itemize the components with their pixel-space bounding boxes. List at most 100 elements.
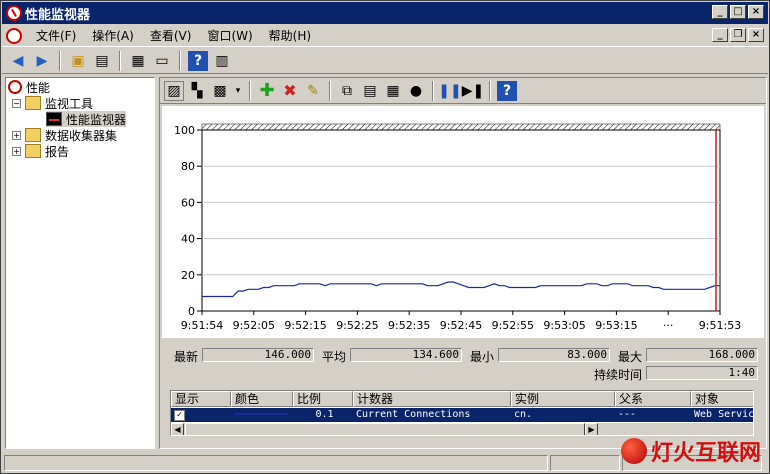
freeze-display-icon[interactable]: ❚❚	[438, 81, 461, 101]
watermark: 灯火互联网	[620, 435, 761, 467]
copy-properties-icon[interactable]: ⧉	[337, 81, 357, 101]
plot-frame	[201, 129, 721, 312]
mdi-restore-icon[interactable]: ❐	[730, 28, 746, 42]
up-folder-icon[interactable]: ▣	[68, 51, 88, 71]
help-icon[interactable]: ?	[497, 80, 517, 101]
view-current-activity-icon[interactable]: ▨	[164, 80, 184, 101]
toolbar-separator	[489, 80, 491, 101]
object-cell: Web Servic	[694, 409, 754, 420]
y-tick-label: 0	[188, 305, 195, 318]
tree-item-reports[interactable]: + 报告	[12, 143, 69, 159]
column-show[interactable]: 显示	[171, 391, 231, 407]
watermark-text: 灯火互联网	[650, 441, 761, 466]
duration-label: 持续时间	[594, 368, 643, 382]
mdi-close-icon[interactable]: ×	[748, 28, 764, 42]
change-graph-type-icon[interactable]: ▩	[210, 81, 230, 101]
properties-icon[interactable]: ▦	[383, 81, 403, 101]
scroll-left-icon[interactable]: ◀	[171, 423, 184, 435]
counter-cell: Current Connections	[356, 409, 471, 420]
zoom-icon[interactable]: ●	[406, 81, 426, 101]
tree-label: 性能监视器	[66, 112, 127, 127]
mdi-minimize-icon[interactable]: _	[712, 28, 728, 42]
help-icon[interactable]: ?	[188, 50, 208, 71]
collapse-icon[interactable]: −	[12, 98, 21, 108]
minimize-icon[interactable]: _	[712, 5, 728, 19]
performance-icon	[8, 80, 22, 94]
main-toolbar: ◀ ▶ ▣ ▤ ▦ ▭ ? ▥	[2, 48, 768, 74]
document-icon[interactable]	[6, 27, 22, 44]
delete-counter-icon[interactable]: ✖	[280, 81, 300, 101]
menu-bar: 文件(F) 操作(A) 查看(V) 窗口(W) 帮助(H) _ ❐ ×	[2, 25, 768, 47]
perfmon-app-icon	[6, 5, 22, 21]
watermark-logo-icon	[620, 438, 647, 464]
mdi-controls: _ ❐ ×	[712, 28, 764, 42]
highlight-icon[interactable]: ✎	[303, 81, 323, 101]
x-tick-label: 9:52:15	[284, 319, 326, 332]
monitor-icon	[46, 112, 62, 126]
column-instance[interactable]: 实例	[511, 391, 615, 407]
export-list-icon[interactable]: ▦	[128, 51, 148, 71]
report-folder-icon	[25, 144, 41, 158]
x-tick-label: 9:52:45	[440, 319, 482, 332]
x-tick-label: 9:51:54	[181, 319, 223, 332]
menu-action[interactable]: 操作(A)	[84, 27, 142, 44]
legend-row[interactable]: ✓ 0.1 Current Connections cn. --- Web Se…	[171, 408, 754, 422]
y-tick-label: 60	[181, 196, 195, 209]
paste-counter-list-icon[interactable]: ▤	[360, 81, 380, 101]
menu-view[interactable]: 查看(V)	[142, 27, 200, 44]
show-cell: ✓	[171, 408, 231, 422]
toolbar-separator	[329, 80, 331, 101]
x-tick-label: 9:52:55	[492, 319, 534, 332]
scroll-right-icon[interactable]: ▶	[585, 423, 598, 435]
view-log-data-icon[interactable]: ▚	[187, 81, 207, 101]
scroll-thumb[interactable]	[185, 423, 585, 435]
time-range-hatch	[201, 123, 721, 131]
menu-window[interactable]: 窗口(W)	[199, 27, 260, 44]
maximize-icon[interactable]: □	[730, 5, 746, 19]
close-icon[interactable]: ×	[748, 5, 764, 19]
show-hide-tree-icon[interactable]: ▤	[92, 51, 112, 71]
y-tick-label: 20	[181, 269, 195, 282]
instance-cell: cn.	[514, 409, 533, 420]
tree-label: 数据收集器集	[45, 128, 118, 143]
toolbar-separator	[59, 50, 61, 71]
status-pane-main	[4, 455, 548, 471]
add-counter-icon[interactable]: ✚	[257, 80, 277, 101]
x-tick-label: 9:53:15	[595, 319, 637, 332]
print-icon[interactable]: ▭	[152, 51, 172, 71]
column-parent[interactable]: 父系	[615, 391, 691, 407]
column-counter[interactable]: 计数器	[353, 391, 511, 407]
x-tick-label: 9:53:05	[543, 319, 585, 332]
update-data-icon[interactable]: ▶❚	[462, 81, 485, 101]
y-tick-label: 40	[181, 233, 195, 246]
column-color[interactable]: 颜色	[231, 391, 293, 407]
x-tick-label: 9:52:35	[388, 319, 430, 332]
show-checkbox[interactable]: ✓	[174, 410, 185, 421]
legend-header: 显示 颜色 比例 计数器 实例 父系 对象	[171, 391, 753, 407]
tree-item-data-collector-sets[interactable]: + 数据收集器集	[12, 127, 117, 143]
line-chart-area: 100 80 60 40 20 0 9:51:54 9:52:05 9:52:15 9:52:25…	[162, 106, 764, 338]
tree-item-performance[interactable]: 性能	[8, 79, 50, 95]
tree-item-performance-monitor[interactable]: 性能监视器	[46, 111, 127, 127]
properties-icon[interactable]: ▥	[212, 51, 232, 71]
title-bar[interactable]: 性能监视器 _ □ ×	[2, 2, 768, 24]
x-tick-label: 9:52:05	[233, 319, 275, 332]
back-icon[interactable]: ◀	[8, 51, 28, 71]
toolbar-separator	[119, 50, 121, 71]
expand-icon[interactable]: +	[12, 146, 21, 156]
y-tick-label: 100	[174, 124, 195, 137]
forward-icon[interactable]: ▶	[32, 51, 52, 71]
minimum-label: 最小	[470, 350, 495, 364]
column-object[interactable]: 对象	[691, 391, 753, 407]
window-title: 性能监视器	[25, 7, 91, 23]
dropdown-arrow-icon[interactable]: ▾	[233, 81, 243, 101]
tree-item-monitoring-tools[interactable]: − 监视工具	[12, 95, 93, 111]
menu-help[interactable]: 帮助(H)	[261, 27, 319, 44]
expand-icon[interactable]: +	[12, 130, 21, 140]
menu-file[interactable]: 文件(F)	[28, 27, 84, 44]
column-scale[interactable]: 比例	[293, 391, 353, 407]
toolbar-separator	[432, 80, 434, 101]
duration-value: 1:40	[646, 366, 758, 380]
last-value: 146.000	[202, 348, 314, 362]
color-swatch	[231, 408, 293, 422]
